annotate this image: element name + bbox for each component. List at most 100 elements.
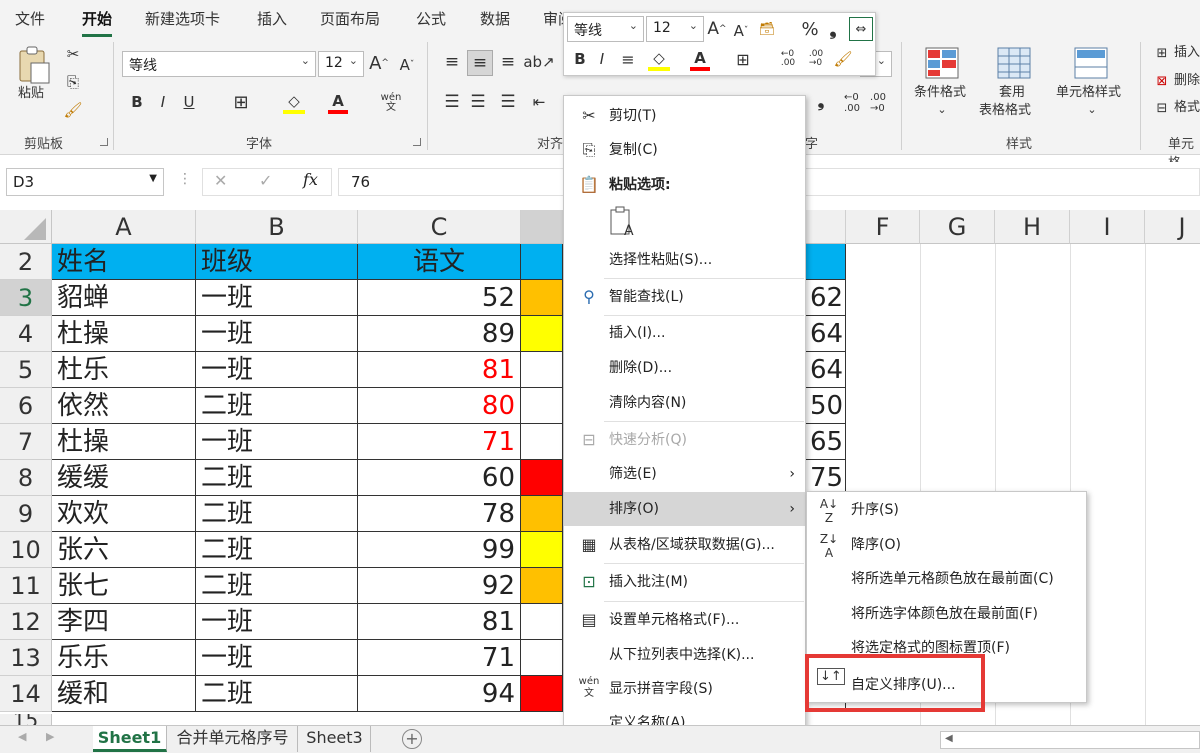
mini-decrease-decimal-icon[interactable]: .00 →0 bbox=[804, 47, 828, 71]
font-color-icon[interactable]: A bbox=[328, 92, 348, 114]
menu-insert[interactable]: 插入(I)... bbox=[564, 316, 805, 350]
cell-name[interactable]: 缓缓 bbox=[52, 460, 196, 496]
tab-page-layout[interactable]: 页面布局 bbox=[320, 8, 380, 29]
paste-icon[interactable] bbox=[14, 45, 54, 85]
cell-chinese-score[interactable]: 80 bbox=[358, 388, 521, 424]
cell-name[interactable]: 杜操 bbox=[52, 316, 196, 352]
menu-phonetic[interactable]: wén 文显示拼音字段(S) bbox=[564, 672, 805, 706]
mini-size-select[interactable]: 12 ⌄ bbox=[646, 16, 704, 42]
mini-increase-decimal-icon[interactable]: ←0.00 bbox=[776, 47, 800, 71]
mini-shrink-font-icon[interactable]: Aˇ bbox=[731, 20, 751, 42]
mini-font-select[interactable]: 等线 ⌄ bbox=[567, 16, 644, 42]
column-header-h[interactable]: H bbox=[995, 210, 1070, 244]
increase-decimal-icon[interactable]: ←0.00 bbox=[840, 92, 864, 114]
cell-styles-button[interactable]: 单元格样式 bbox=[1056, 85, 1121, 101]
tab-insert[interactable]: 插入 bbox=[257, 8, 287, 29]
copy-icon[interactable]: ⎘ bbox=[62, 72, 84, 92]
tab-home[interactable]: 开始 bbox=[82, 8, 113, 37]
cell-name[interactable]: 张七 bbox=[52, 568, 196, 604]
sheet-tab-merge[interactable]: 合并单元格序号 bbox=[168, 726, 298, 752]
font-size-select[interactable]: 12 ⌄ bbox=[318, 51, 364, 77]
cell-name[interactable]: 缓和 bbox=[52, 676, 196, 712]
cell-name[interactable]: 姓名 bbox=[52, 244, 196, 280]
conditional-format-button[interactable]: 条件格式 bbox=[914, 85, 966, 101]
bold-button[interactable]: B bbox=[128, 92, 146, 112]
grow-font-icon[interactable]: A ^ bbox=[369, 52, 389, 74]
fill-color-icon[interactable]: ◇ bbox=[283, 92, 305, 114]
cell-name[interactable]: 依然 bbox=[52, 388, 196, 424]
cell-class[interactable]: 一班 bbox=[196, 640, 358, 676]
cell-chinese-score[interactable]: 78 bbox=[358, 496, 521, 532]
tab-file[interactable]: 文件 bbox=[15, 8, 45, 29]
format-cells-button[interactable]: 格式 bbox=[1174, 100, 1200, 116]
row-header-13[interactable]: 13 bbox=[0, 640, 52, 676]
column-header-f[interactable]: F bbox=[846, 210, 920, 244]
mini-grow-font-icon[interactable]: A ^ bbox=[707, 18, 727, 40]
underline-button[interactable]: U bbox=[180, 92, 198, 112]
orientation-icon[interactable]: ab↗ bbox=[523, 52, 554, 72]
cell-d[interactable] bbox=[521, 496, 563, 532]
font-launcher-icon[interactable] bbox=[413, 138, 421, 146]
column-header-j[interactable]: J bbox=[1145, 210, 1200, 244]
cell-chinese-score[interactable]: 81 bbox=[358, 352, 521, 388]
cell-d[interactable] bbox=[521, 280, 563, 316]
cell-class[interactable]: 一班 bbox=[196, 280, 358, 316]
tab-formulas[interactable]: 公式 bbox=[416, 8, 446, 29]
cell-chinese-score[interactable]: 52 bbox=[358, 280, 521, 316]
cell-d[interactable] bbox=[521, 460, 563, 496]
conditional-format-icon[interactable] bbox=[924, 46, 960, 80]
cell-chinese-score[interactable]: 71 bbox=[358, 640, 521, 676]
cell-class[interactable]: 二班 bbox=[196, 532, 358, 568]
format-as-table-line2[interactable]: 表格格式 bbox=[979, 103, 1031, 119]
align-bottom-icon[interactable]: ≡ bbox=[497, 52, 519, 72]
cell-d[interactable] bbox=[521, 388, 563, 424]
cell-class[interactable]: 二班 bbox=[196, 460, 358, 496]
cell-chinese-score[interactable]: 99 bbox=[358, 532, 521, 568]
shrink-font-icon[interactable]: Aˇ bbox=[397, 54, 417, 76]
menu-clear[interactable]: 清除内容(N) bbox=[564, 386, 805, 420]
cell-name[interactable]: 欢欢 bbox=[52, 496, 196, 532]
row-header-12[interactable]: 12 bbox=[0, 604, 52, 640]
select-all-button[interactable] bbox=[0, 210, 52, 244]
tab-new[interactable]: 新建选项卡 bbox=[145, 8, 220, 29]
cell-chinese-score[interactable]: 语文 bbox=[358, 244, 521, 280]
insert-cells-icon[interactable]: ⊞ bbox=[1152, 44, 1172, 62]
menu-pick-list[interactable]: 从下拉列表中选择(K)... bbox=[564, 638, 805, 672]
cell-chinese-score[interactable]: 89 bbox=[358, 316, 521, 352]
column-header-d[interactable] bbox=[521, 210, 563, 244]
menu-cut[interactable]: ✂ 剪切(T) bbox=[564, 99, 805, 133]
align-left-icon[interactable]: ☰ bbox=[441, 92, 463, 112]
paste-option-button[interactable]: A bbox=[608, 204, 638, 239]
sort-font-color-top[interactable]: 将所选字体颜色放在最前面(F) bbox=[807, 597, 1086, 631]
menu-filter[interactable]: 筛选(E) › bbox=[564, 457, 805, 491]
format-cells-icon[interactable]: ⊟ bbox=[1152, 99, 1172, 117]
menu-paste-special[interactable]: 选择性粘贴(S)... bbox=[564, 243, 805, 277]
mini-fill-color-icon[interactable]: ◇ bbox=[648, 49, 670, 71]
cell-e[interactable] bbox=[806, 244, 846, 280]
menu-delete[interactable]: 删除(D)... bbox=[564, 351, 805, 385]
cell-d[interactable] bbox=[521, 640, 563, 676]
mini-align-icon[interactable]: ≡ bbox=[620, 49, 636, 69]
cell-chinese-score[interactable]: 81 bbox=[358, 604, 521, 640]
mini-merge-icon[interactable]: ⇔ bbox=[849, 17, 873, 41]
cell-d[interactable] bbox=[521, 676, 563, 712]
cell-d[interactable] bbox=[521, 244, 563, 280]
row-header-10[interactable]: 10 bbox=[0, 532, 52, 568]
enter-icon[interactable]: ✓ bbox=[259, 171, 272, 190]
column-header-c[interactable]: C bbox=[358, 210, 521, 244]
pinyin-icon[interactable]: wén 文 bbox=[378, 90, 404, 116]
decrease-decimal-icon[interactable]: .00 →0 bbox=[866, 92, 890, 114]
cell-class[interactable]: 班级 bbox=[196, 244, 358, 280]
cell-class[interactable]: 二班 bbox=[196, 388, 358, 424]
add-sheet-icon[interactable]: + bbox=[402, 729, 422, 749]
format-as-table-line1[interactable]: 套用 bbox=[999, 85, 1025, 101]
cell-e[interactable]: 65 bbox=[806, 424, 846, 460]
format-painter-icon[interactable]: 🖌 bbox=[62, 100, 84, 120]
cell-d[interactable] bbox=[521, 532, 563, 568]
cell-e[interactable]: 64 bbox=[806, 316, 846, 352]
align-top-icon[interactable]: ≡ bbox=[441, 52, 463, 72]
cell-name[interactable]: 杜操 bbox=[52, 424, 196, 460]
row-header-9[interactable]: 9 bbox=[0, 496, 52, 532]
delete-cells-button[interactable]: 删除 bbox=[1174, 73, 1200, 89]
cell-chinese-score[interactable]: 94 bbox=[358, 676, 521, 712]
